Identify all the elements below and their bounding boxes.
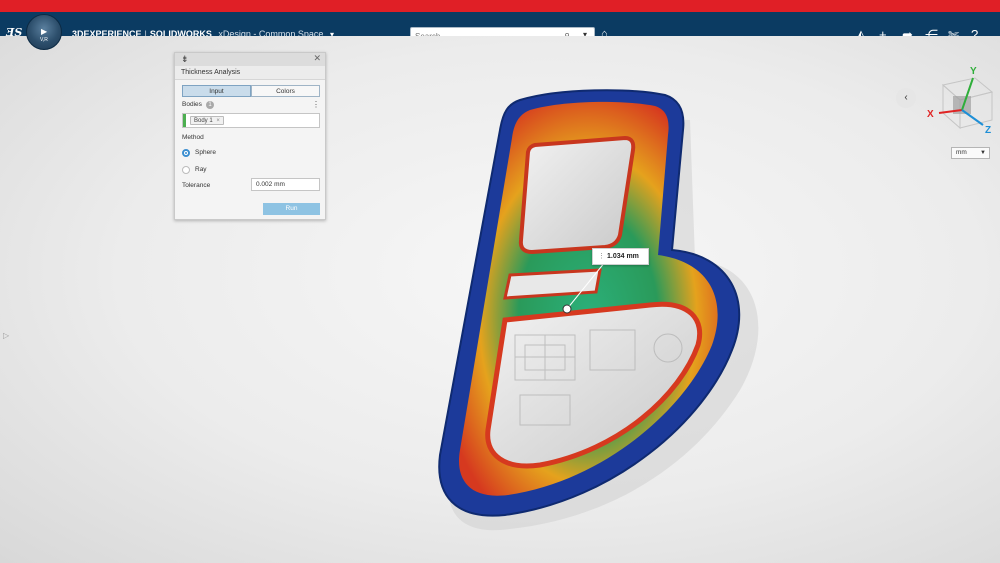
- measurement-value: 1.034 mm: [607, 253, 639, 260]
- more-options-icon[interactable]: ⋮: [312, 100, 320, 109]
- triad-z-axis: [961, 109, 984, 126]
- close-icon[interactable]: ✕: [313, 53, 321, 64]
- thickness-analysis-panel: ⇟ ✕ Thickness Analysis Input Colors Bodi…: [174, 52, 326, 220]
- chevron-left-icon[interactable]: ‹: [896, 88, 916, 108]
- body-chip[interactable]: Body 1 ×: [190, 116, 224, 125]
- radio-ray[interactable]: [182, 166, 190, 174]
- run-button[interactable]: Run: [263, 203, 320, 215]
- panel-title: Thickness Analysis: [175, 66, 325, 80]
- triad-z-label: Z: [985, 125, 991, 136]
- triad-y-label: Y: [970, 66, 977, 77]
- bodies-label: Bodies: [182, 101, 202, 108]
- selection-indicator: [183, 114, 186, 127]
- radio-sphere[interactable]: [182, 149, 190, 157]
- tolerance-label: Tolerance: [182, 182, 211, 189]
- chevron-down-icon: ▼: [980, 150, 986, 156]
- triad-x-label: X: [927, 109, 934, 120]
- drag-handle-icon[interactable]: ⋮: [598, 249, 605, 264]
- play-icon: ▶: [41, 27, 48, 36]
- tab-input[interactable]: Input: [182, 85, 251, 97]
- tolerance-input[interactable]: [251, 178, 320, 191]
- measurement-label[interactable]: ⋮ 1.034 mm: [592, 248, 649, 265]
- tab-colors[interactable]: Colors: [251, 85, 320, 97]
- panel-header[interactable]: ⇟ ✕: [175, 53, 325, 66]
- method-label: Method: [182, 134, 204, 141]
- ray-label: Ray: [195, 166, 207, 173]
- units-select[interactable]: mm ▼: [951, 147, 990, 159]
- bodies-count-badge: 1: [206, 101, 214, 109]
- body-chip-label: Body 1: [194, 118, 213, 124]
- thickness-analysis-icon: ⇟: [181, 54, 189, 64]
- chip-remove-icon[interactable]: ×: [216, 118, 220, 124]
- sphere-label: Sphere: [195, 149, 216, 156]
- measure-point[interactable]: [562, 304, 572, 314]
- units-value: mm: [956, 149, 967, 156]
- view-triad[interactable]: X Y Z: [927, 66, 994, 136]
- model-mid-slot: [503, 268, 602, 300]
- panel-tabs: Input Colors: [182, 85, 320, 97]
- bodies-selection-box[interactable]: Body 1 ×: [182, 113, 320, 128]
- compass-role: V,R: [40, 37, 48, 43]
- compass[interactable]: ▶ V,R: [26, 14, 62, 50]
- part-model[interactable]: X Y Z: [0, 0, 1000, 563]
- model-top-window: [518, 135, 636, 255]
